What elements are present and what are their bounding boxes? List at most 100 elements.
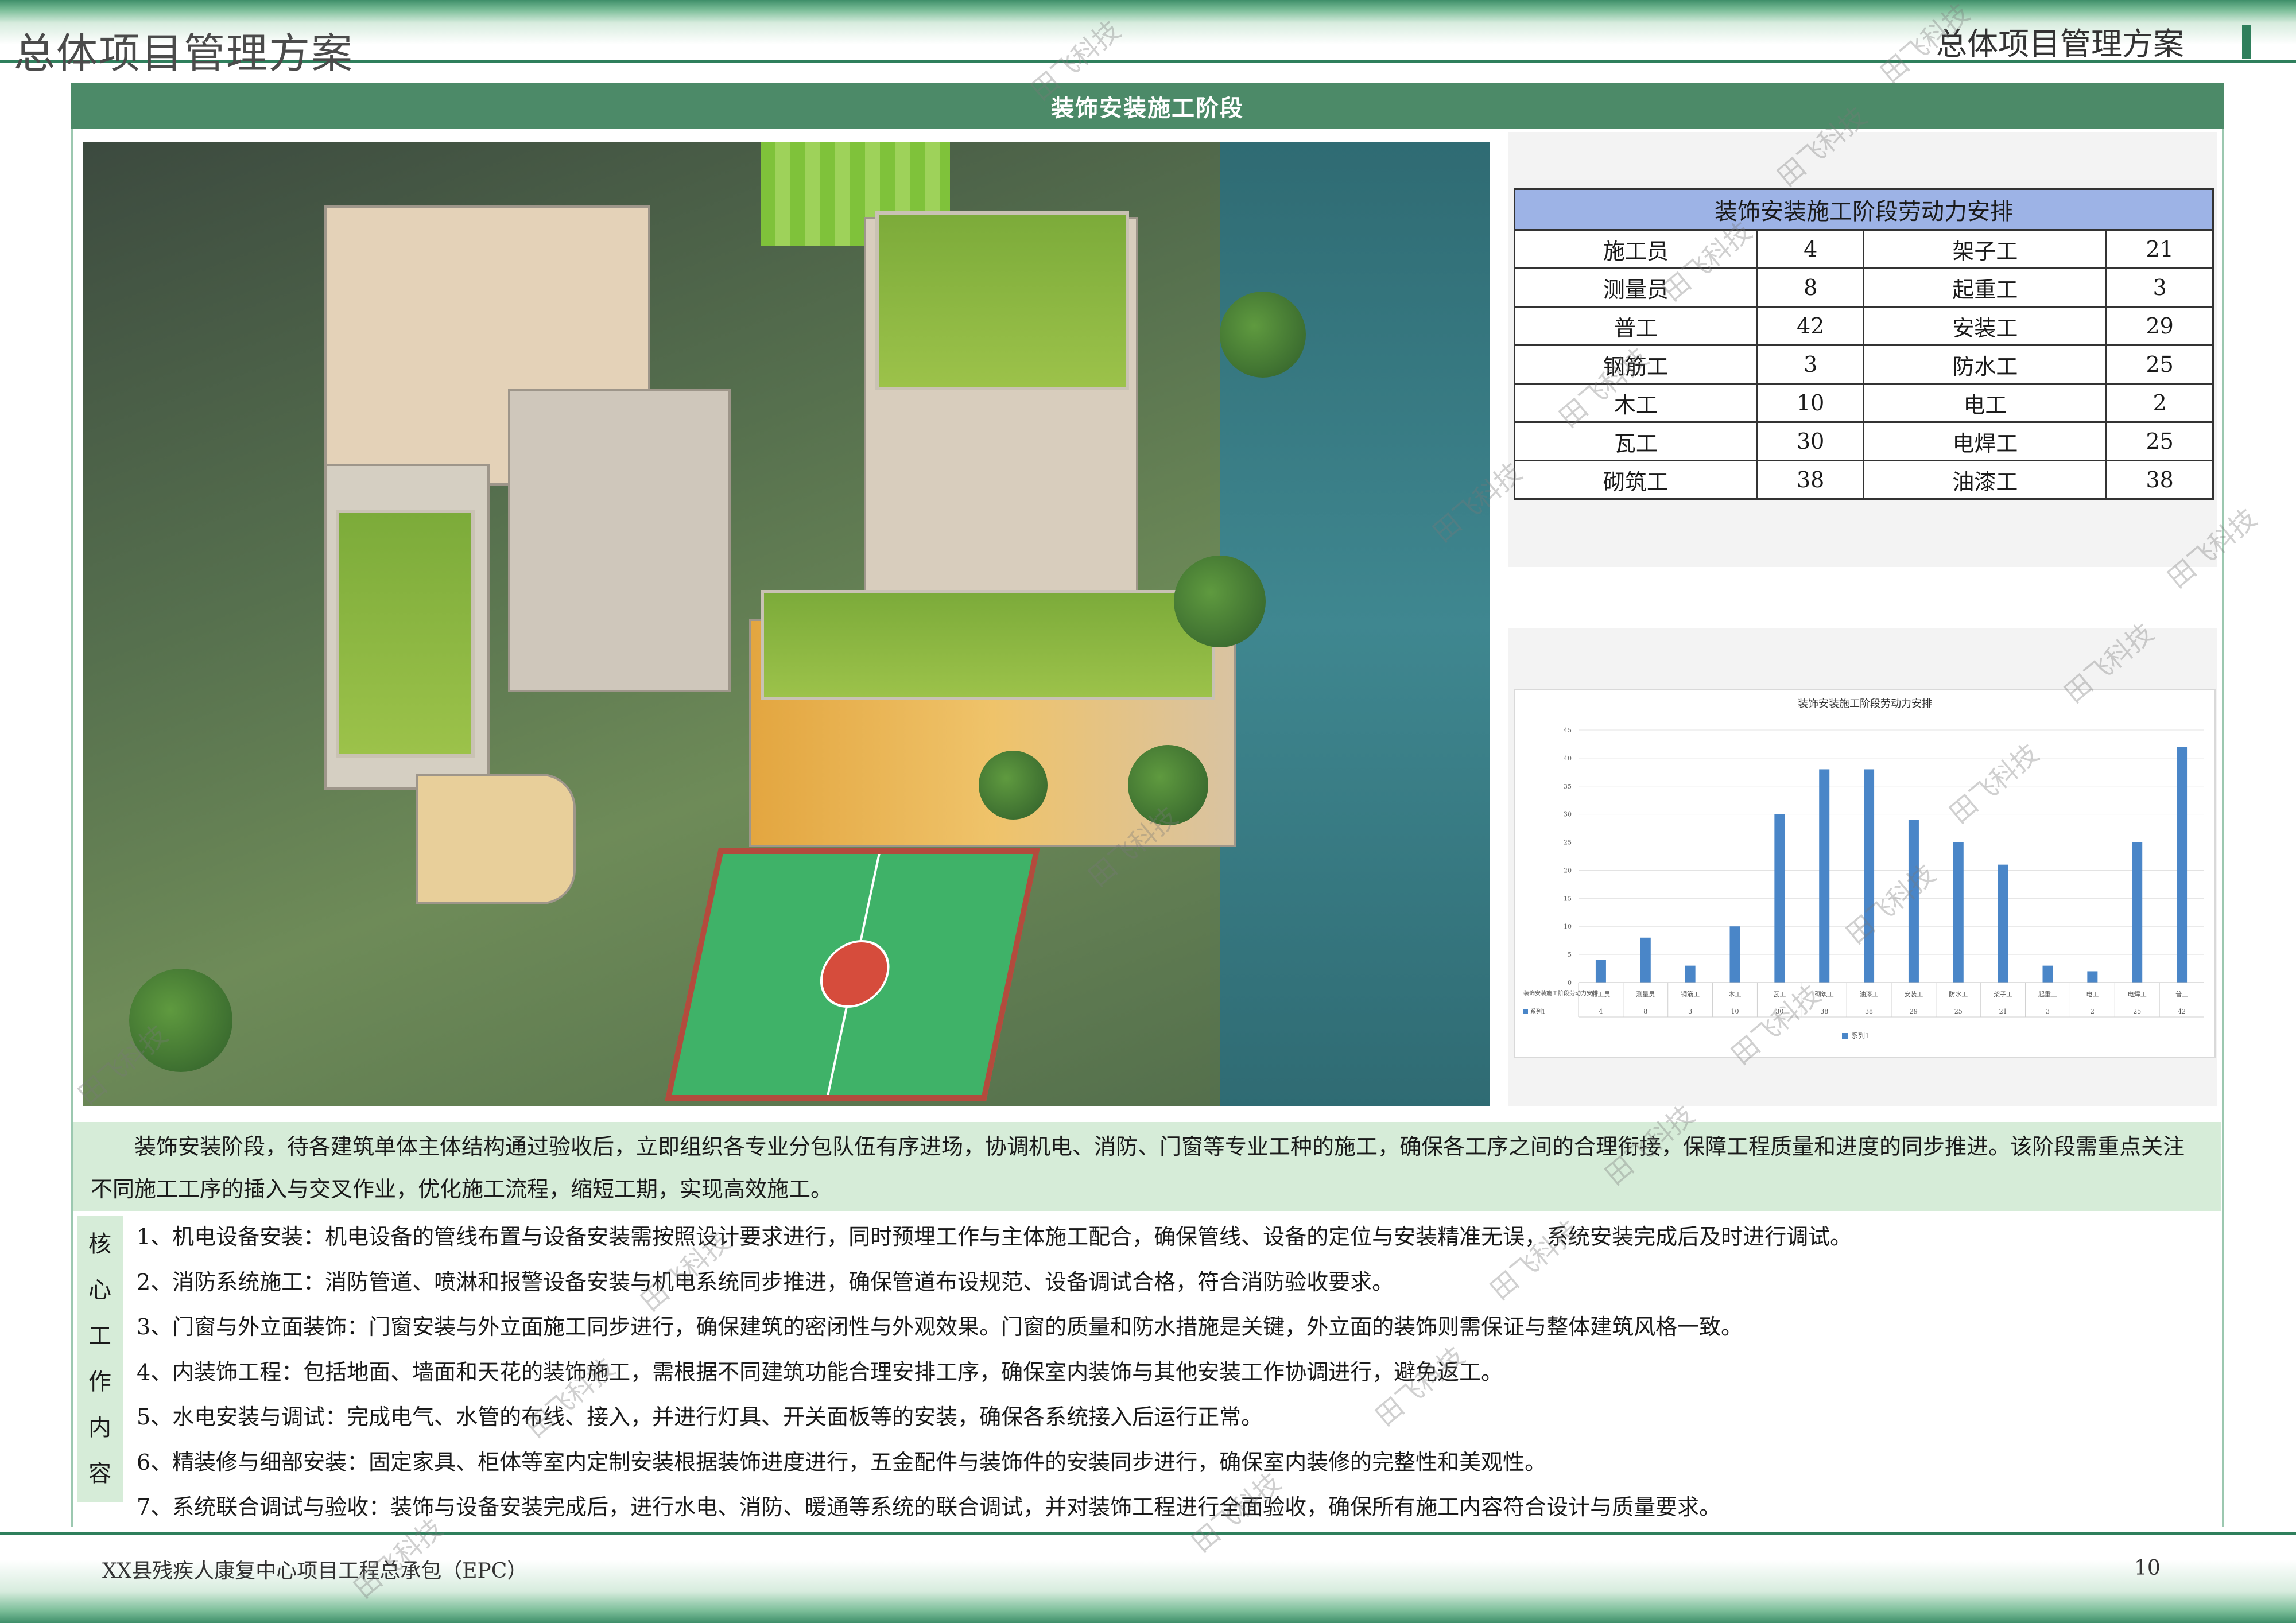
labor-table-row: 施工员 4 架子工 21	[1514, 229, 2214, 269]
chart-bar	[1595, 960, 1606, 983]
footer-page-number: 10	[2134, 1556, 2161, 1580]
chart-data-table-value: 4	[1599, 1008, 1603, 1015]
labor-cell-count-a: 42	[1756, 306, 1865, 346]
chart-category-label: 电工	[2086, 991, 2099, 998]
chart-y-tick-label: 20	[1564, 867, 1572, 874]
chart-category-label: 起重工	[2038, 990, 2057, 998]
labor-cell-count-a: 4	[1756, 229, 1865, 269]
chart-data-table-value: 42	[2178, 1008, 2186, 1015]
core-label-char: 心	[88, 1277, 111, 1303]
chart-bar	[1864, 769, 1875, 983]
stage-description: 装饰安装阶段，待各建筑单体主体结构通过验收后，立即组织各专业分包队伍有序进场，协…	[73, 1122, 2221, 1211]
chart-bar	[1640, 937, 1651, 983]
building-center	[508, 389, 731, 692]
core-item: 4、内装饰工程：包括地面、墙面和天花的装饰施工，需根据不同建筑功能合理安排工序，…	[137, 1359, 1503, 1385]
chart-y-tick-label: 15	[1564, 895, 1572, 902]
chart-bar	[1998, 864, 2008, 983]
chart-y-tick-label: 0	[1568, 979, 1572, 987]
labor-cell-count-a: 30	[1756, 421, 1865, 461]
footer-project-name: XX县残疾人康复中心项目工程总承包（EPC）	[102, 1559, 528, 1583]
labor-table-row: 砌筑工 38 油漆工 38	[1514, 460, 2214, 500]
chart-category-label: 测量员	[1636, 991, 1655, 998]
chart-data-table-value: 29	[1910, 1008, 1918, 1015]
chart-category-label: 普工	[2175, 990, 2188, 998]
green-roof-east	[875, 211, 1129, 390]
labor-bar-chart: 装饰安装施工阶段劳动力安排 0 5 10 15 20 25 30 35 40 45 施工员 4 测量员 8 钢…	[1514, 689, 2216, 1058]
chart-bar	[1685, 965, 1696, 983]
chart-category-label: 钢筋工	[1681, 990, 1700, 998]
chart-bar	[1729, 926, 1740, 983]
chart-category-label: 安装工	[1904, 990, 1923, 998]
header-accent-bar	[2242, 25, 2251, 59]
labor-cell-role-b: 油漆工	[1863, 460, 2108, 500]
chart-category-label: 防水工	[1949, 990, 1968, 998]
labor-table-row: 普工 42 安装工 29	[1514, 306, 2214, 346]
chart-data-table-value: 3	[2046, 1008, 2050, 1015]
chart-data-table-value: 25	[1954, 1008, 1963, 1015]
labor-cell-count-b: 29	[2105, 306, 2214, 346]
core-item: 5、水电安装与调试：完成电气、水管的布线、接入，并进行灯具、开关面板等的安装，确…	[137, 1404, 1263, 1430]
core-item: 3、门窗与外立面装饰：门窗安装与外立面施工同步进行，确保建筑的密闭性与外观效果。…	[137, 1314, 1743, 1339]
chart-data-table-value: 21	[1999, 1008, 2007, 1015]
chart-category-label: 架子工	[1994, 991, 2012, 998]
chart-y-tick-label: 25	[1564, 839, 1572, 847]
header-left-title: 总体项目管理方案	[14, 29, 354, 77]
green-roof-curved	[761, 590, 1215, 700]
core-item: 2、消防系统施工：消防管道、喷淋和报警设备安装与机电系统同步推进，确保管道布设规…	[137, 1269, 1394, 1295]
chart-data-table-value: 38	[1865, 1008, 1873, 1015]
chart-data-table-value: 10	[1731, 1008, 1739, 1015]
core-work-list: 1、机电设备安装：机电设备的管线布置与设备安装需按照设计要求进行，同时预埋工作与…	[137, 1217, 2214, 1532]
chart-category-label: 油漆工	[1860, 990, 1879, 998]
chart-bar	[2177, 747, 2188, 983]
chart-category-label: 电焊工	[2128, 990, 2147, 998]
core-label-char: 内	[88, 1415, 111, 1441]
river	[1220, 142, 1490, 1106]
labor-cell-count-b: 25	[2105, 344, 2214, 385]
chart-y-tick-label: 40	[1564, 755, 1572, 762]
chart-y-tick-label: 5	[1568, 951, 1572, 958]
building-round	[416, 774, 576, 904]
labor-cell-role-a: 测量员	[1514, 267, 1758, 308]
labor-cell-role-b: 起重工	[1863, 267, 2108, 308]
labor-cell-count-b: 38	[2105, 460, 2214, 500]
tree	[1220, 292, 1306, 378]
labor-cell-role-b: 防水工	[1863, 344, 2108, 385]
core-label-char: 核	[88, 1231, 111, 1257]
chart-data-table-value: 8	[1643, 1008, 1647, 1015]
labor-cell-count-a: 3	[1756, 344, 1865, 385]
core-label-char: 容	[88, 1461, 111, 1487]
labor-cell-role-a: 瓦工	[1514, 421, 1758, 461]
chart-y-tick-label: 30	[1564, 811, 1572, 818]
aerial-rendering-image	[83, 142, 1490, 1106]
labor-cell-count-a: 8	[1756, 267, 1865, 308]
tree	[1174, 556, 1266, 647]
core-label-char: 工	[88, 1323, 111, 1349]
chart-table-row-header: 装饰安装施工阶段劳动力安排	[1523, 989, 1598, 997]
labor-cell-role-b: 安装工	[1863, 306, 2108, 346]
chart-y-tick-label: 10	[1564, 923, 1572, 930]
labor-table-row: 测量员 8 起重工 3	[1514, 267, 2214, 308]
labor-table-row: 瓦工 30 电焊工 25	[1514, 421, 2214, 461]
chart-category-label: 木工	[1729, 991, 1742, 998]
chart-bar	[2042, 965, 2053, 983]
chart-bar	[1953, 842, 1964, 983]
labor-table-title: 装饰安装施工阶段劳动力安排	[1514, 188, 2214, 231]
core-work-label: 核 心 工 作 内 容	[77, 1216, 123, 1502]
chart-title: 装饰安装施工阶段劳动力安排	[1798, 698, 1932, 710]
labor-cell-count-b: 2	[2105, 383, 2214, 423]
labor-cell-count-a: 38	[1756, 460, 1865, 500]
chart-y-tick-label: 45	[1564, 727, 1572, 734]
labor-cell-role-a: 木工	[1514, 383, 1758, 423]
labor-cell-role-b: 架子工	[1863, 229, 2108, 269]
chart-svg: 装饰安装施工阶段劳动力安排051015202530354045施工员4测量员8钢…	[1523, 698, 2204, 1040]
labor-cell-role-a: 砌筑工	[1514, 460, 1758, 500]
chart-bar	[1774, 814, 1785, 983]
chart-legend-key	[1842, 1033, 1848, 1039]
chart-data-table-value: 25	[2133, 1008, 2141, 1015]
chart-table-series-label: 系列1	[1530, 1008, 1545, 1015]
chart-bar	[2087, 971, 2098, 983]
chart-data-table-value: 2	[2091, 1008, 2095, 1015]
labor-cell-count-b: 21	[2105, 229, 2214, 269]
labor-cell-role-b: 电焊工	[1863, 421, 2108, 461]
chart-y-tick-label: 35	[1564, 783, 1572, 790]
